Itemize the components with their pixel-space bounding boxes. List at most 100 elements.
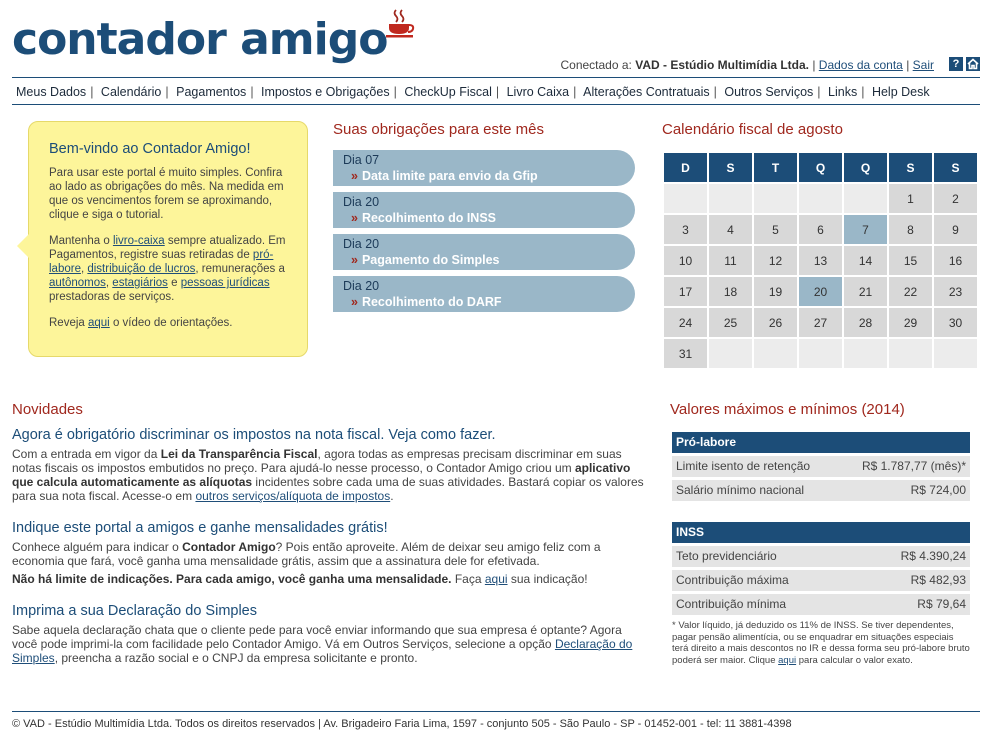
calendar-day[interactable]: 16 [934, 246, 977, 275]
table-row: Teto previdenciário R$ 4.390,24 [672, 546, 970, 567]
calendar-day[interactable]: 30 [934, 308, 977, 337]
calendar-day[interactable]: 4 [709, 215, 752, 244]
news-item-body: Sabe aquela declaração chata que o clien… [12, 623, 633, 665]
obligation-day: Dia 20 [343, 279, 380, 293]
livro-caixa-link[interactable]: livro-caixa [113, 235, 165, 247]
company-name: VAD - Estúdio Multimídia Ltda. [635, 58, 809, 72]
calendar-empty-cell [889, 339, 932, 368]
calendar-day[interactable]: 1 [889, 184, 932, 213]
indicacao-link[interactable]: aqui [485, 572, 508, 586]
calendar-day[interactable]: 7 [844, 215, 887, 244]
obligation-item[interactable]: Dia 07 » Data limite para envio da Gfip [333, 150, 635, 186]
video-link[interactable]: aqui [88, 317, 110, 329]
calendar-empty-cell [799, 184, 842, 213]
calendar-day[interactable]: 13 [799, 246, 842, 275]
calendar-day[interactable]: 18 [709, 277, 752, 306]
calendar-day[interactable]: 10 [664, 246, 707, 275]
header-divider [12, 77, 980, 78]
news-item-title: Agora é obrigatório discriminar os impos… [12, 427, 496, 443]
calendar-day[interactable]: 17 [664, 277, 707, 306]
table-row: Limite isento de retenção R$ 1.787,77 (mê… [672, 456, 970, 477]
news-title: Novidades [12, 401, 83, 418]
help-icon[interactable]: ? [949, 57, 963, 71]
calendar-day[interactable]: 11 [709, 246, 752, 275]
estagiarios-link[interactable]: estagiários [112, 277, 168, 289]
main-nav: Meus Dados | Calendário | Pagamentos | Impo… [16, 85, 930, 99]
weekday-header: T [754, 153, 797, 182]
calendar-day[interactable]: 3 [664, 215, 707, 244]
nav-links[interactable]: Links [828, 85, 857, 99]
values-title: Valores máximos e mínimos (2014) [670, 401, 905, 418]
account-link[interactable]: Dados da conta [819, 58, 903, 72]
nav-pagamentos[interactable]: Pagamentos [176, 85, 246, 99]
footer-text: © VAD - Estúdio Multimídia Ltda. Todos o… [12, 718, 792, 730]
calendar-empty-cell [754, 339, 797, 368]
aliquota-impostos-link[interactable]: outros serviços/alíquota de impostos [195, 489, 390, 503]
calendar-day[interactable]: 9 [934, 215, 977, 244]
account-bar: Conectado a: VAD - Estúdio Multimídia Lt… [560, 58, 934, 72]
table-row: Salário mínimo nacional R$ 724,00 [672, 480, 970, 501]
welcome-title: Bem-vindo ao Contador Amigo! [49, 141, 251, 157]
obligations-title: Suas obrigações para este mês [333, 121, 544, 138]
nav-livro-caixa[interactable]: Livro Caixa [507, 85, 570, 99]
logout-link[interactable]: Sair [913, 58, 934, 72]
calendar-day[interactable]: 25 [709, 308, 752, 337]
calendar-day[interactable]: 22 [889, 277, 932, 306]
calendar-day[interactable]: 29 [889, 308, 932, 337]
autonomos-link[interactable]: autônomos [49, 277, 106, 289]
nav-outros-servicos[interactable]: Outros Serviços [724, 85, 813, 99]
nav-impostos[interactable]: Impostos e Obrigações [261, 85, 390, 99]
obligation-item[interactable]: Dia 20 » Pagamento do Simples [333, 234, 635, 270]
inss-table: INSS Teto previdenciário R$ 4.390,24 Cont… [672, 522, 970, 615]
obligation-desc: Recolhimento do INSS [361, 211, 496, 225]
calendar-day[interactable]: 20 [799, 277, 842, 306]
obligation-day: Dia 20 [343, 237, 380, 251]
nav-help-desk[interactable]: Help Desk [872, 85, 930, 99]
calendar-day[interactable]: 12 [754, 246, 797, 275]
nav-meus-dados[interactable]: Meus Dados [16, 85, 86, 99]
calendar-day[interactable]: 6 [799, 215, 842, 244]
calendar-empty-cell [754, 184, 797, 213]
calendar-day[interactable]: 31 [664, 339, 707, 368]
news-item-body: Não há limite de indicações. Para cada a… [12, 572, 588, 586]
logo[interactable]: contador amigo [12, 14, 388, 65]
weekday-header: S [934, 153, 977, 182]
calendar-day[interactable]: 8 [889, 215, 932, 244]
nav-alteracoes-contratuais[interactable]: Alterações Contratuais [583, 85, 709, 99]
pessoas-juridicas-link[interactable]: pessoas jurídicas [181, 277, 270, 289]
calendar-empty-cell [799, 339, 842, 368]
calendar-empty-cell [934, 339, 977, 368]
connected-label: Conectado a: [560, 58, 632, 72]
table-row: Contribuição máxima R$ 482,93 [672, 570, 970, 591]
obligation-day: Dia 07 [343, 153, 380, 167]
calendar-day[interactable]: 19 [754, 277, 797, 306]
weekday-header: S [889, 153, 932, 182]
distribuicao-lucros-link[interactable]: distribuição de lucros [87, 263, 195, 275]
calendar-day[interactable]: 23 [934, 277, 977, 306]
calendar-day[interactable]: 27 [799, 308, 842, 337]
news-item: Imprima a sua Declaração do Simples Sabe… [12, 604, 648, 665]
calendar-day[interactable]: 26 [754, 308, 797, 337]
calendar-day[interactable]: 15 [889, 246, 932, 275]
weekday-header: D [664, 153, 707, 182]
calendar-day[interactable]: 5 [754, 215, 797, 244]
home-icon[interactable] [966, 57, 980, 71]
prolabore-table: Pró-labore Limite isento de retenção R$ 1… [672, 432, 970, 501]
calendar-empty-cell [844, 184, 887, 213]
calendar-day[interactable]: 14 [844, 246, 887, 275]
calculate-link[interactable]: aqui [778, 655, 796, 666]
calendar-day[interactable]: 24 [664, 308, 707, 337]
calendar-empty-cell [844, 339, 887, 368]
nav-divider [12, 104, 980, 105]
news-item-title: Indique este portal a amigos e ganhe men… [12, 520, 388, 536]
welcome-instructions: Mantenha o livro-caixa sempre atualizado… [49, 235, 286, 303]
calendar-day[interactable]: 2 [934, 184, 977, 213]
weekday-header: Q [844, 153, 887, 182]
nav-checkup-fiscal[interactable]: CheckUp Fiscal [404, 85, 492, 99]
news-item-body: Com a entrada em vigor da Lei da Transpa… [12, 447, 644, 503]
calendar-day[interactable]: 28 [844, 308, 887, 337]
obligation-item[interactable]: Dia 20 » Recolhimento do DARF [333, 276, 635, 312]
calendar-day[interactable]: 21 [844, 277, 887, 306]
nav-calendario[interactable]: Calendário [101, 85, 161, 99]
obligation-item[interactable]: Dia 20 » Recolhimento do INSS [333, 192, 635, 228]
